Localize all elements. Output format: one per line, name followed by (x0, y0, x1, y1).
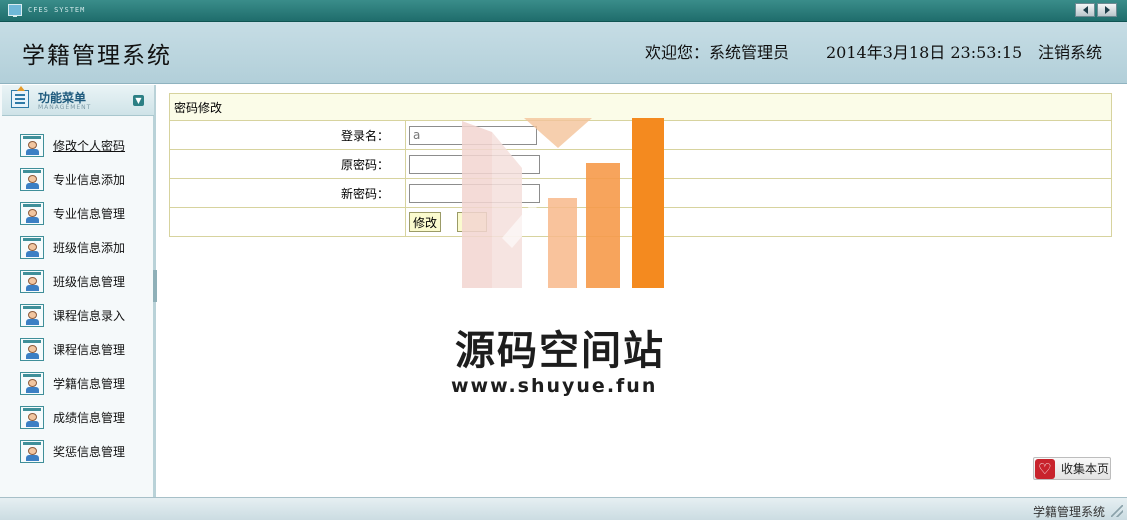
user-card-icon (20, 269, 44, 293)
forward-button[interactable] (1097, 3, 1117, 17)
sidebar-item-label: 专业信息管理 (53, 206, 126, 221)
window-titlebar: CFES SYSTEM (0, 0, 1127, 22)
user-card-icon (20, 337, 44, 361)
watermark-url: www.shuyue.fun (451, 375, 658, 397)
datetime: 2014年3月18日 23:53:15 (826, 43, 1023, 62)
sidebar-item-label: 课程信息管理 (53, 342, 126, 357)
sidebar-item-label: 课程信息录入 (53, 308, 126, 323)
user-card-icon (20, 405, 44, 429)
sidebar-item-label: 学籍信息管理 (53, 376, 126, 391)
footer-text: 学籍管理系统 (1032, 505, 1105, 519)
user-card-icon (20, 235, 44, 259)
arrow-left-icon (1082, 6, 1088, 14)
user-card-icon (20, 201, 44, 225)
user-card-icon (20, 133, 44, 157)
reset-button[interactable] (457, 212, 488, 232)
sidebar-item-class-manage[interactable]: 班级信息管理 (20, 264, 125, 298)
sidebar-item-label: 奖惩信息管理 (53, 444, 126, 459)
sidebar-item-major-manage[interactable]: 专业信息管理 (20, 196, 125, 230)
sidebar-subtitle: MANAGEMENT (38, 104, 92, 111)
sidebar-header: 功能菜单 MANAGEMENT ▼ (2, 85, 154, 116)
bookmark-button[interactable]: 收集本页 (1033, 457, 1111, 480)
sidebar-item-grade-manage[interactable]: 成绩信息管理 (20, 400, 125, 434)
new-password-field[interactable] (409, 183, 540, 203)
button-row: 修改 (409, 212, 1111, 232)
user-card-icon (20, 371, 44, 395)
submit-button[interactable]: 修改 (409, 212, 442, 232)
back-button[interactable] (1075, 3, 1095, 17)
main-content: 密码修改 登录名： 原密码： 新密码： 修改 (159, 85, 1127, 497)
username-field[interactable] (409, 125, 537, 145)
welcome-text: 欢迎您：系统管理员 (645, 43, 790, 62)
password-form: 密码修改 登录名： 原密码： 新密码： 修改 (169, 93, 1112, 237)
app-title: 学籍管理系统 (22, 43, 172, 69)
sidebar-item-label: 专业信息添加 (53, 172, 126, 187)
sidebar-item-course-manage[interactable]: 课程信息管理 (20, 332, 125, 366)
empty-cell (169, 207, 406, 237)
watermark-text: 源码空间站 (455, 328, 665, 374)
sidebar-item-class-add[interactable]: 班级信息添加 (20, 230, 125, 264)
sidebar-item-label: 修改个人密码 (53, 138, 126, 153)
heart-icon (1035, 458, 1055, 479)
sidebar-item-change-password[interactable]: 修改个人密码 (20, 128, 125, 162)
app-header: 学籍管理系统 欢迎您：系统管理员 2014年3月18日 23:53:15 注销系… (0, 22, 1127, 84)
user-card-icon (20, 167, 44, 191)
old-password-label: 原密码： (169, 149, 406, 179)
logout-link[interactable]: 注销系统 (1038, 39, 1102, 63)
nav-buttons (1075, 3, 1117, 17)
sidebar-item-label: 成绩信息管理 (53, 410, 126, 425)
system-label: CFES SYSTEM (28, 6, 86, 14)
status-bar: 学籍管理系统 (0, 497, 1127, 520)
monitor-icon (8, 4, 22, 17)
user-card-icon (20, 439, 44, 463)
sidebar-item-status-manage[interactable]: 学籍信息管理 (20, 366, 125, 400)
bookmark-label: 收集本页 (1061, 462, 1110, 476)
form-title: 密码修改 (169, 93, 1112, 121)
menu-icon (11, 86, 29, 108)
arrow-right-icon (1104, 6, 1110, 14)
collapse-button[interactable]: ▼ (133, 95, 144, 106)
sidebar-item-major-add[interactable]: 专业信息添加 (20, 162, 125, 196)
menu-list: 修改个人密码 专业信息添加 专业信息管理 班级信息添加 班级信息管理 课程信息录… (20, 128, 125, 468)
sidebar-item-label: 班级信息添加 (53, 240, 126, 255)
resize-grip-icon[interactable] (1111, 505, 1123, 517)
new-password-label: 新密码： (169, 178, 406, 208)
sidebar-item-reward-manage[interactable]: 奖惩信息管理 (20, 434, 125, 468)
sidebar-splitter[interactable] (153, 270, 157, 302)
sidebar-item-course-entry[interactable]: 课程信息录入 (20, 298, 125, 332)
username-label: 登录名： (169, 120, 406, 150)
old-password-field[interactable] (409, 154, 540, 174)
sidebar-item-label: 班级信息管理 (53, 274, 126, 289)
sidebar: 功能菜单 MANAGEMENT ▼ 修改个人密码 专业信息添加 专业信息管理 班… (0, 85, 156, 497)
user-card-icon (20, 303, 44, 327)
